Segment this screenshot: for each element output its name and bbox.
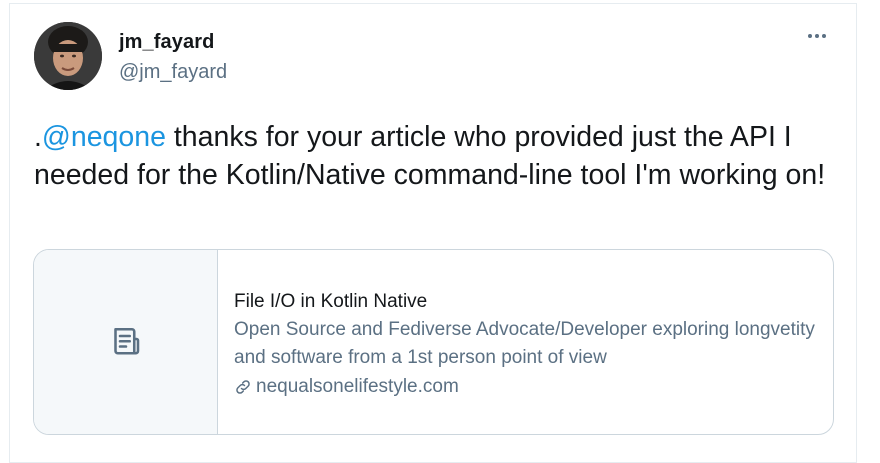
author-handle[interactable]: @jm_fayard <box>119 61 227 84</box>
card-description: Open Source and Fediverse Advocate/Devel… <box>234 319 815 368</box>
tweet-prefix: . <box>34 121 42 153</box>
more-options-icon[interactable] <box>802 24 832 48</box>
avatar-image <box>34 22 102 90</box>
tweet-card: jm_fayard @jm_fayard .@neqone thanks for… <box>9 3 857 463</box>
card-thumbnail <box>34 250 218 434</box>
card-domain: nequalsonelifestyle.com <box>234 372 824 402</box>
more-dot <box>822 34 826 38</box>
card-body: File I/O in Kotlin Native Open Source an… <box>234 288 824 402</box>
document-icon <box>113 327 139 355</box>
more-dot <box>808 34 812 38</box>
link-preview-card[interactable]: File I/O in Kotlin Native Open Source an… <box>33 249 834 435</box>
mention-link[interactable]: @neqone <box>42 121 166 153</box>
tweet-text: .@neqone thanks for your article who pro… <box>34 118 844 194</box>
card-domain-text: nequalsonelifestyle.com <box>256 376 459 397</box>
more-dot <box>815 34 819 38</box>
card-title: File I/O in Kotlin Native <box>234 291 428 312</box>
author-display-name[interactable]: jm_fayard <box>119 31 214 54</box>
avatar[interactable] <box>34 22 102 90</box>
link-icon <box>236 380 250 394</box>
